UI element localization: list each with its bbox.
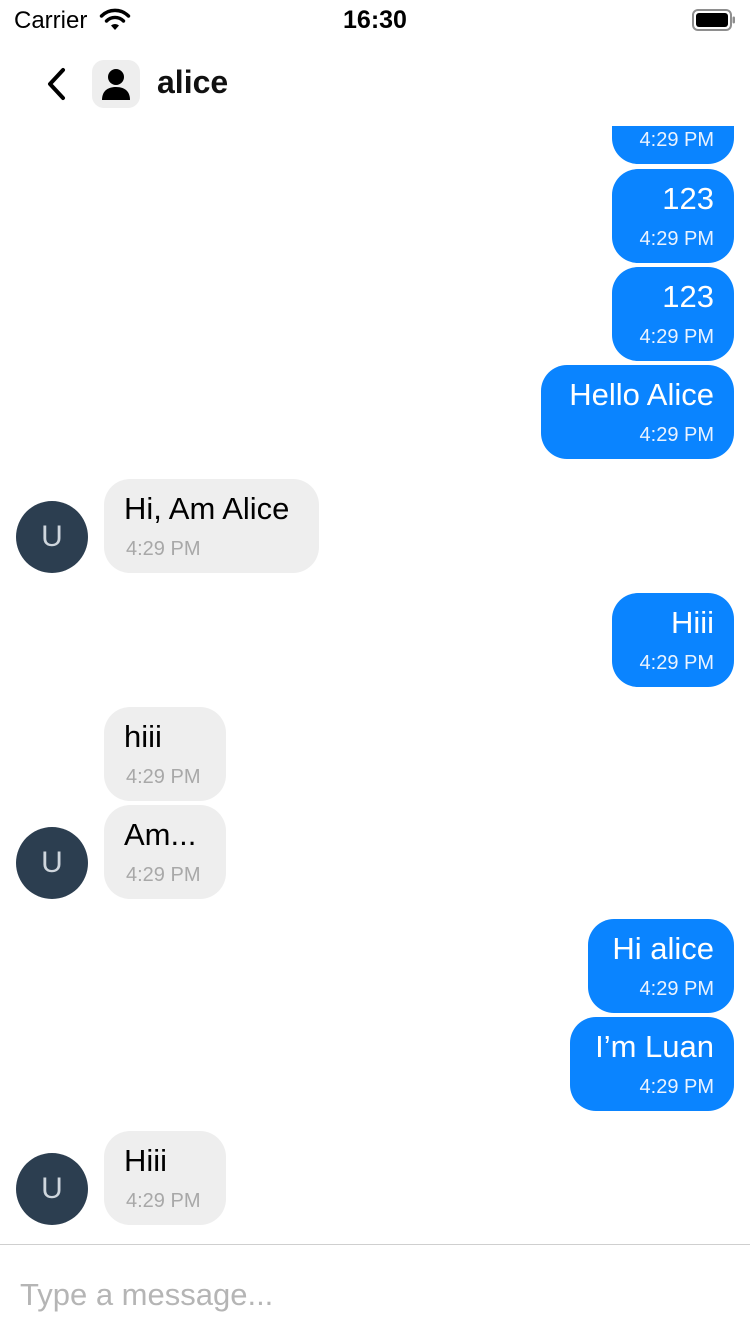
sender-avatar[interactable]: U bbox=[16, 501, 88, 573]
message-text: 123 bbox=[662, 279, 714, 314]
message-list[interactable]: 4:29 PM 123 4:29 PM 123 4:29 PM Hello Al… bbox=[0, 126, 750, 1244]
message-time: 4:29 PM bbox=[639, 652, 714, 674]
status-bar: Carrier 16:30 bbox=[0, 0, 750, 40]
back-button[interactable] bbox=[36, 62, 76, 106]
message-bubble-outgoing[interactable]: 123 4:29 PM bbox=[612, 267, 734, 361]
message-composer bbox=[0, 1244, 750, 1334]
message-time: 4:29 PM bbox=[126, 538, 201, 560]
message-bubble-outgoing[interactable]: 4:29 PM bbox=[612, 126, 734, 164]
message-bubble-incoming[interactable]: hiii 4:29 PM bbox=[104, 707, 226, 801]
message-text: Hi, Am Alice bbox=[124, 491, 290, 526]
message-text: Hello Alice bbox=[569, 377, 714, 412]
message-bubble-outgoing[interactable]: Hi alice 4:29 PM bbox=[588, 919, 734, 1013]
sender-avatar[interactable]: U bbox=[16, 827, 88, 899]
message-time: 4:29 PM bbox=[126, 1190, 201, 1212]
chat-header: alice bbox=[0, 40, 750, 126]
message-text: Am... bbox=[124, 817, 197, 852]
message-time: 4:29 PM bbox=[126, 864, 201, 886]
message-time: 4:29 PM bbox=[126, 766, 201, 788]
message-bubble-incoming[interactable]: Hi, Am Alice 4:29 PM bbox=[104, 479, 319, 573]
message-text: Hiii bbox=[124, 1143, 168, 1178]
person-icon bbox=[102, 69, 130, 100]
message-bubble-outgoing[interactable]: I’m Luan 4:29 PM bbox=[570, 1017, 734, 1111]
message-time: 4:29 PM bbox=[639, 129, 714, 151]
message-input[interactable] bbox=[20, 1273, 720, 1317]
message-time: 4:29 PM bbox=[639, 1076, 714, 1098]
message-bubble-outgoing[interactable]: Hello Alice 4:29 PM bbox=[541, 365, 734, 459]
status-time: 16:30 bbox=[343, 6, 407, 34]
chevron-left-icon bbox=[48, 68, 65, 100]
message-bubble-incoming[interactable]: Am... 4:29 PM bbox=[104, 805, 226, 899]
message-text: hiii bbox=[124, 719, 162, 754]
contact-avatar[interactable] bbox=[92, 60, 140, 108]
battery-icon bbox=[692, 9, 735, 31]
message-time: 4:29 PM bbox=[639, 326, 714, 348]
message-time: 4:29 PM bbox=[639, 978, 714, 1000]
sender-avatar[interactable]: U bbox=[16, 1153, 88, 1225]
message-text: Hiii bbox=[670, 605, 714, 640]
message-text: I’m Luan bbox=[595, 1029, 714, 1064]
message-text: 123 bbox=[662, 181, 714, 216]
message-text: Hi alice bbox=[612, 931, 714, 966]
message-bubble-outgoing[interactable]: 123 4:29 PM bbox=[612, 169, 734, 263]
message-time: 4:29 PM bbox=[639, 228, 714, 250]
contact-name: alice bbox=[157, 64, 229, 100]
message-bubble-incoming[interactable]: Hiii 4:29 PM bbox=[104, 1131, 226, 1225]
message-time: 4:29 PM bbox=[639, 424, 714, 446]
message-bubble-outgoing[interactable]: Hiii 4:29 PM bbox=[612, 593, 734, 687]
